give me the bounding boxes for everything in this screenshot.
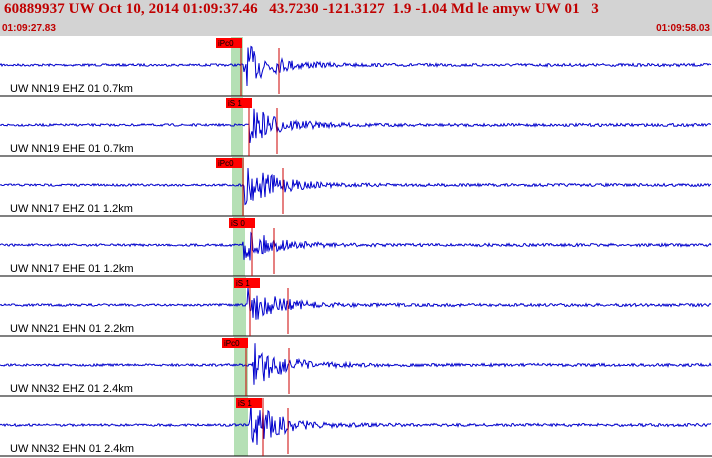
waveform-viewer: 60889937 UW Oct 10, 2014 01:09:37.46 43.… bbox=[0, 0, 712, 458]
waveform-trace bbox=[0, 45, 712, 87]
pick-label: iPc0 bbox=[218, 159, 234, 168]
station-label: UW NN32 EHZ 01 2.4km bbox=[10, 383, 133, 395]
station-label: UW NN21 EHN 01 2.2km bbox=[10, 323, 134, 335]
pick-label: iS 0 bbox=[231, 219, 245, 228]
station-label: UW NN17 EHZ 01 1.2km bbox=[10, 203, 133, 215]
waveform-trace bbox=[0, 343, 712, 385]
station-label: UW NN32 EHN 01 2.4km bbox=[10, 443, 134, 455]
waveform-trace bbox=[0, 401, 712, 445]
pick-label: iS 1 bbox=[236, 279, 250, 288]
pick-label: iPc0 bbox=[224, 339, 240, 348]
waveform-trace bbox=[0, 108, 711, 143]
station-label: UW NN19 EHZ 01 0.7km bbox=[10, 83, 133, 95]
pick-label: iPc0 bbox=[218, 39, 234, 48]
waveform-trace bbox=[0, 287, 712, 320]
station-label: UW NN19 EHE 01 0.7km bbox=[10, 143, 133, 155]
waveform-trace bbox=[0, 167, 712, 206]
station-label: UW NN17 EHE 01 1.2km bbox=[10, 263, 133, 275]
pick-label: iS 1 bbox=[238, 399, 252, 408]
waveform-trace bbox=[0, 231, 712, 261]
seismogram-panel: iPc0 UW NN19 EHZ 01 0.7km iS 1 UW NN19 EHE … bbox=[0, 37, 712, 457]
pick-label: iS 1 bbox=[228, 99, 242, 108]
